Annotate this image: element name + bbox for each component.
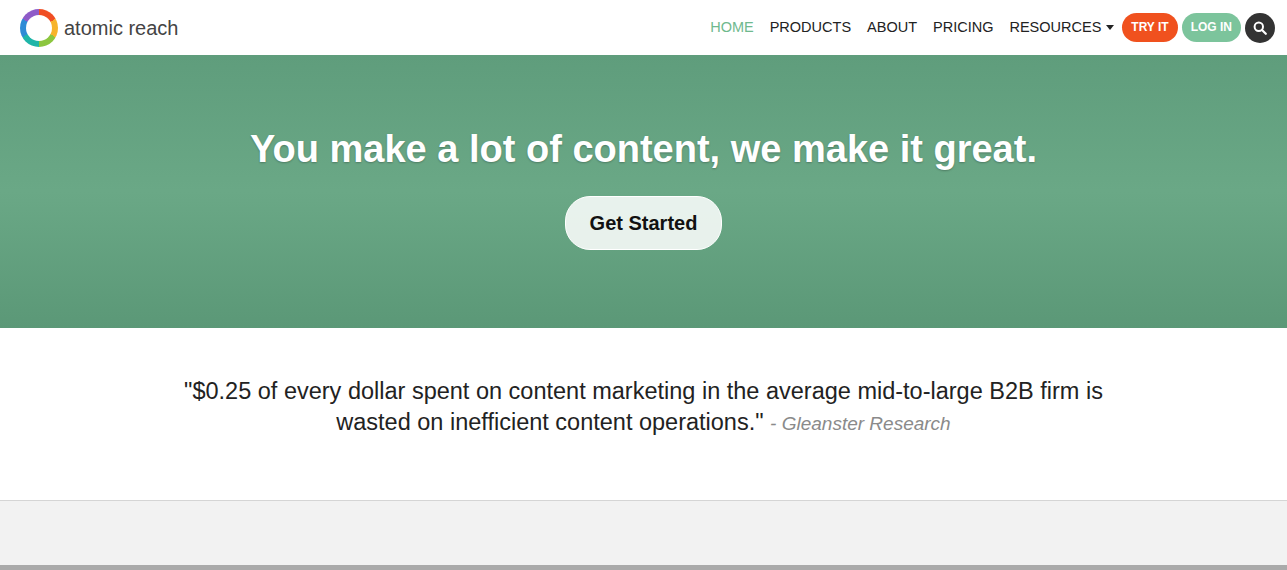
quote-block: "$0.25 of every dollar spent on content … — [171, 376, 1116, 439]
nav-link[interactable]: ABOUT — [867, 13, 917, 43]
caret-icon — [1106, 25, 1114, 30]
search-icon — [1253, 21, 1267, 35]
quote-section: "$0.25 of every dollar spent on content … — [0, 328, 1287, 500]
action-button[interactable]: LOG IN — [1182, 13, 1241, 41]
hero-banner: You make a lot of content, we make it gr… — [0, 55, 1287, 328]
brand-name: atomic reach — [64, 13, 179, 43]
bottom-strip — [0, 565, 1287, 570]
next-section — [0, 500, 1287, 565]
navbar-container: atomic reach HOME PRODUCTS ABOUT PRICING RESO… — [0, 9, 1287, 47]
action-group: TRY ITLOG IN — [1122, 13, 1275, 43]
nav-link[interactable]: PRODUCTS — [770, 13, 851, 43]
nav-link[interactable]: HOME — [710, 13, 754, 43]
nav-label: RESOURCES — [1009, 19, 1101, 35]
nav-link[interactable]: RESOURCES — [1009, 13, 1114, 43]
search-button[interactable] — [1245, 13, 1275, 43]
quote-source: - Gleanster Research — [770, 413, 951, 434]
nav-label: PRODUCTS — [770, 19, 851, 35]
nav-label: PRICING — [933, 19, 993, 35]
action-button[interactable]: TRY IT — [1122, 13, 1177, 41]
get-started-button[interactable]: Get Started — [565, 196, 723, 250]
quote-text: "$0.25 of every dollar spent on content … — [184, 378, 1103, 435]
logo-icon — [20, 9, 58, 47]
nav-label: ABOUT — [867, 19, 917, 35]
nav-label: HOME — [710, 19, 754, 35]
top-navbar: atomic reach HOME PRODUCTS ABOUT PRICING RESO… — [0, 0, 1287, 55]
brand-link[interactable]: atomic reach — [20, 9, 179, 47]
hero-headline: You make a lot of content, we make it gr… — [0, 127, 1287, 173]
nav-link[interactable]: PRICING — [933, 13, 993, 43]
main-nav: HOME PRODUCTS ABOUT PRICING RESOURCES TRY ITL… — [710, 13, 1275, 43]
